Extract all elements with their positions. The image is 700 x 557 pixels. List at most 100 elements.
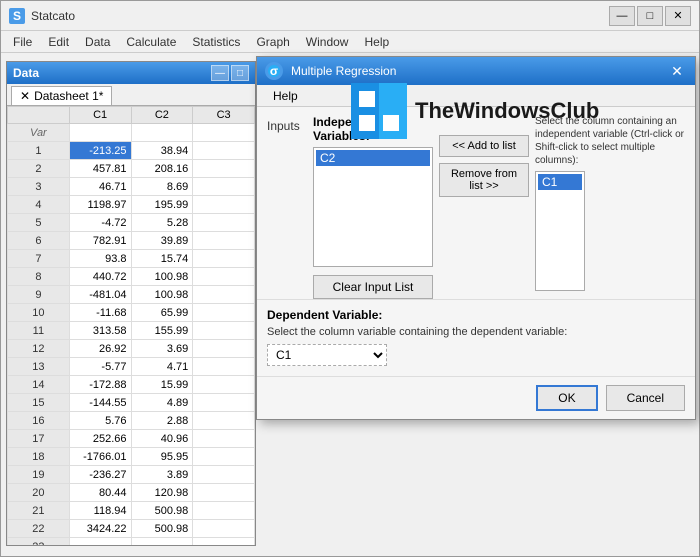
spreadsheet[interactable]: C1 C2 C3 Var1-213.2538.942457.81208.1634…: [7, 106, 255, 545]
menu-help[interactable]: Help: [356, 33, 397, 51]
cell-c3[interactable]: [193, 124, 255, 142]
cell-c1[interactable]: 3424.22: [69, 520, 131, 538]
col-header-c1[interactable]: C1: [69, 107, 131, 124]
cell-c2[interactable]: 500.98: [131, 520, 193, 538]
cell-c2[interactable]: 195.99: [131, 196, 193, 214]
cell-c1[interactable]: 782.91: [69, 232, 131, 250]
cell-c2[interactable]: 4.89: [131, 394, 193, 412]
add-to-list-button[interactable]: << Add to list: [439, 135, 529, 157]
menu-data[interactable]: Data: [77, 33, 118, 51]
cell-c1[interactable]: -11.68: [69, 304, 131, 322]
cell-c3[interactable]: [193, 430, 255, 448]
cell-c3[interactable]: [193, 160, 255, 178]
col-header-c2[interactable]: C2: [131, 107, 193, 124]
data-minimize-btn[interactable]: —: [211, 65, 229, 81]
cell-c1[interactable]: -236.27: [69, 466, 131, 484]
menu-edit[interactable]: Edit: [40, 33, 77, 51]
cell-c1[interactable]: 313.58: [69, 322, 131, 340]
cell-c1[interactable]: 440.72: [69, 268, 131, 286]
cell-c1[interactable]: 1198.97: [69, 196, 131, 214]
cell-c2[interactable]: 38.94: [131, 142, 193, 160]
close-button[interactable]: ✕: [665, 6, 691, 26]
clear-input-list-button[interactable]: Clear Input List: [313, 275, 433, 299]
cell-c3[interactable]: [193, 520, 255, 538]
dep-variable-select[interactable]: C1: [267, 344, 387, 366]
cell-c1[interactable]: -4.72: [69, 214, 131, 232]
cell-c3[interactable]: [193, 232, 255, 250]
indep-list-item-c2[interactable]: C2: [316, 150, 430, 166]
ok-button[interactable]: OK: [536, 385, 597, 411]
cell-c1[interactable]: [69, 538, 131, 546]
cell-c1[interactable]: 93.8: [69, 250, 131, 268]
right-list-item-c1[interactable]: C1: [538, 174, 582, 190]
menu-window[interactable]: Window: [298, 33, 357, 51]
cell-c3[interactable]: [193, 466, 255, 484]
cell-c2[interactable]: 8.69: [131, 178, 193, 196]
cell-c1[interactable]: 457.81: [69, 160, 131, 178]
dialog-menu-help[interactable]: Help: [265, 87, 306, 105]
cell-c1[interactable]: 252.66: [69, 430, 131, 448]
cell-c1[interactable]: -481.04: [69, 286, 131, 304]
cell-c1[interactable]: 5.76: [69, 412, 131, 430]
cell-c1[interactable]: 26.92: [69, 340, 131, 358]
cell-c3[interactable]: [193, 502, 255, 520]
cell-c1[interactable]: -172.88: [69, 376, 131, 394]
cell-c2[interactable]: 100.98: [131, 268, 193, 286]
data-maximize-btn[interactable]: □: [231, 65, 249, 81]
col-header-c3[interactable]: C3: [193, 107, 255, 124]
menu-file[interactable]: File: [5, 33, 40, 51]
cell-c1[interactable]: [69, 124, 131, 142]
cell-c2[interactable]: 65.99: [131, 304, 193, 322]
cell-c2[interactable]: 155.99: [131, 322, 193, 340]
menu-statistics[interactable]: Statistics: [184, 33, 248, 51]
cell-c2[interactable]: 500.98: [131, 502, 193, 520]
minimize-button[interactable]: —: [609, 6, 635, 26]
cell-c3[interactable]: [193, 322, 255, 340]
cell-c2[interactable]: 2.88: [131, 412, 193, 430]
data-tab[interactable]: ✕ Datasheet 1*: [11, 86, 112, 105]
cell-c1[interactable]: -1766.01: [69, 448, 131, 466]
cell-c3[interactable]: [193, 304, 255, 322]
cell-c2[interactable]: [131, 538, 193, 546]
cell-c2[interactable]: 15.74: [131, 250, 193, 268]
cancel-button[interactable]: Cancel: [606, 385, 685, 411]
cell-c2[interactable]: 3.89: [131, 466, 193, 484]
cell-c3[interactable]: [193, 214, 255, 232]
cell-c3[interactable]: [193, 358, 255, 376]
cell-c2[interactable]: 120.98: [131, 484, 193, 502]
cell-c3[interactable]: [193, 178, 255, 196]
cell-c3[interactable]: [193, 484, 255, 502]
cell-c2[interactable]: 3.69: [131, 340, 193, 358]
cell-c3[interactable]: [193, 268, 255, 286]
cell-c3[interactable]: [193, 376, 255, 394]
cell-c1[interactable]: -144.55: [69, 394, 131, 412]
dialog-close-button[interactable]: ✕: [667, 61, 687, 81]
maximize-button[interactable]: □: [637, 6, 663, 26]
cell-c3[interactable]: [193, 538, 255, 546]
cell-c2[interactable]: 15.99: [131, 376, 193, 394]
cell-c3[interactable]: [193, 196, 255, 214]
cell-c3[interactable]: [193, 412, 255, 430]
cell-c2[interactable]: 40.96: [131, 430, 193, 448]
cell-c1[interactable]: 80.44: [69, 484, 131, 502]
cell-c2[interactable]: 100.98: [131, 286, 193, 304]
cell-c1[interactable]: -213.25: [69, 142, 131, 160]
menu-calculate[interactable]: Calculate: [118, 33, 184, 51]
cell-c3[interactable]: [193, 340, 255, 358]
indep-list-box[interactable]: C2: [313, 147, 433, 267]
cell-c2[interactable]: 95.95: [131, 448, 193, 466]
cell-c1[interactable]: -5.77: [69, 358, 131, 376]
cell-c2[interactable]: [131, 124, 193, 142]
right-list-box[interactable]: C1: [535, 171, 585, 291]
cell-c3[interactable]: [193, 394, 255, 412]
cell-c1[interactable]: 46.71: [69, 178, 131, 196]
cell-c3[interactable]: [193, 250, 255, 268]
cell-c2[interactable]: 4.71: [131, 358, 193, 376]
cell-c3[interactable]: [193, 142, 255, 160]
remove-from-list-button[interactable]: Remove from list >>: [439, 163, 529, 197]
cell-c3[interactable]: [193, 448, 255, 466]
menu-graph[interactable]: Graph: [248, 33, 297, 51]
cell-c1[interactable]: 118.94: [69, 502, 131, 520]
cell-c3[interactable]: [193, 286, 255, 304]
cell-c2[interactable]: 39.89: [131, 232, 193, 250]
